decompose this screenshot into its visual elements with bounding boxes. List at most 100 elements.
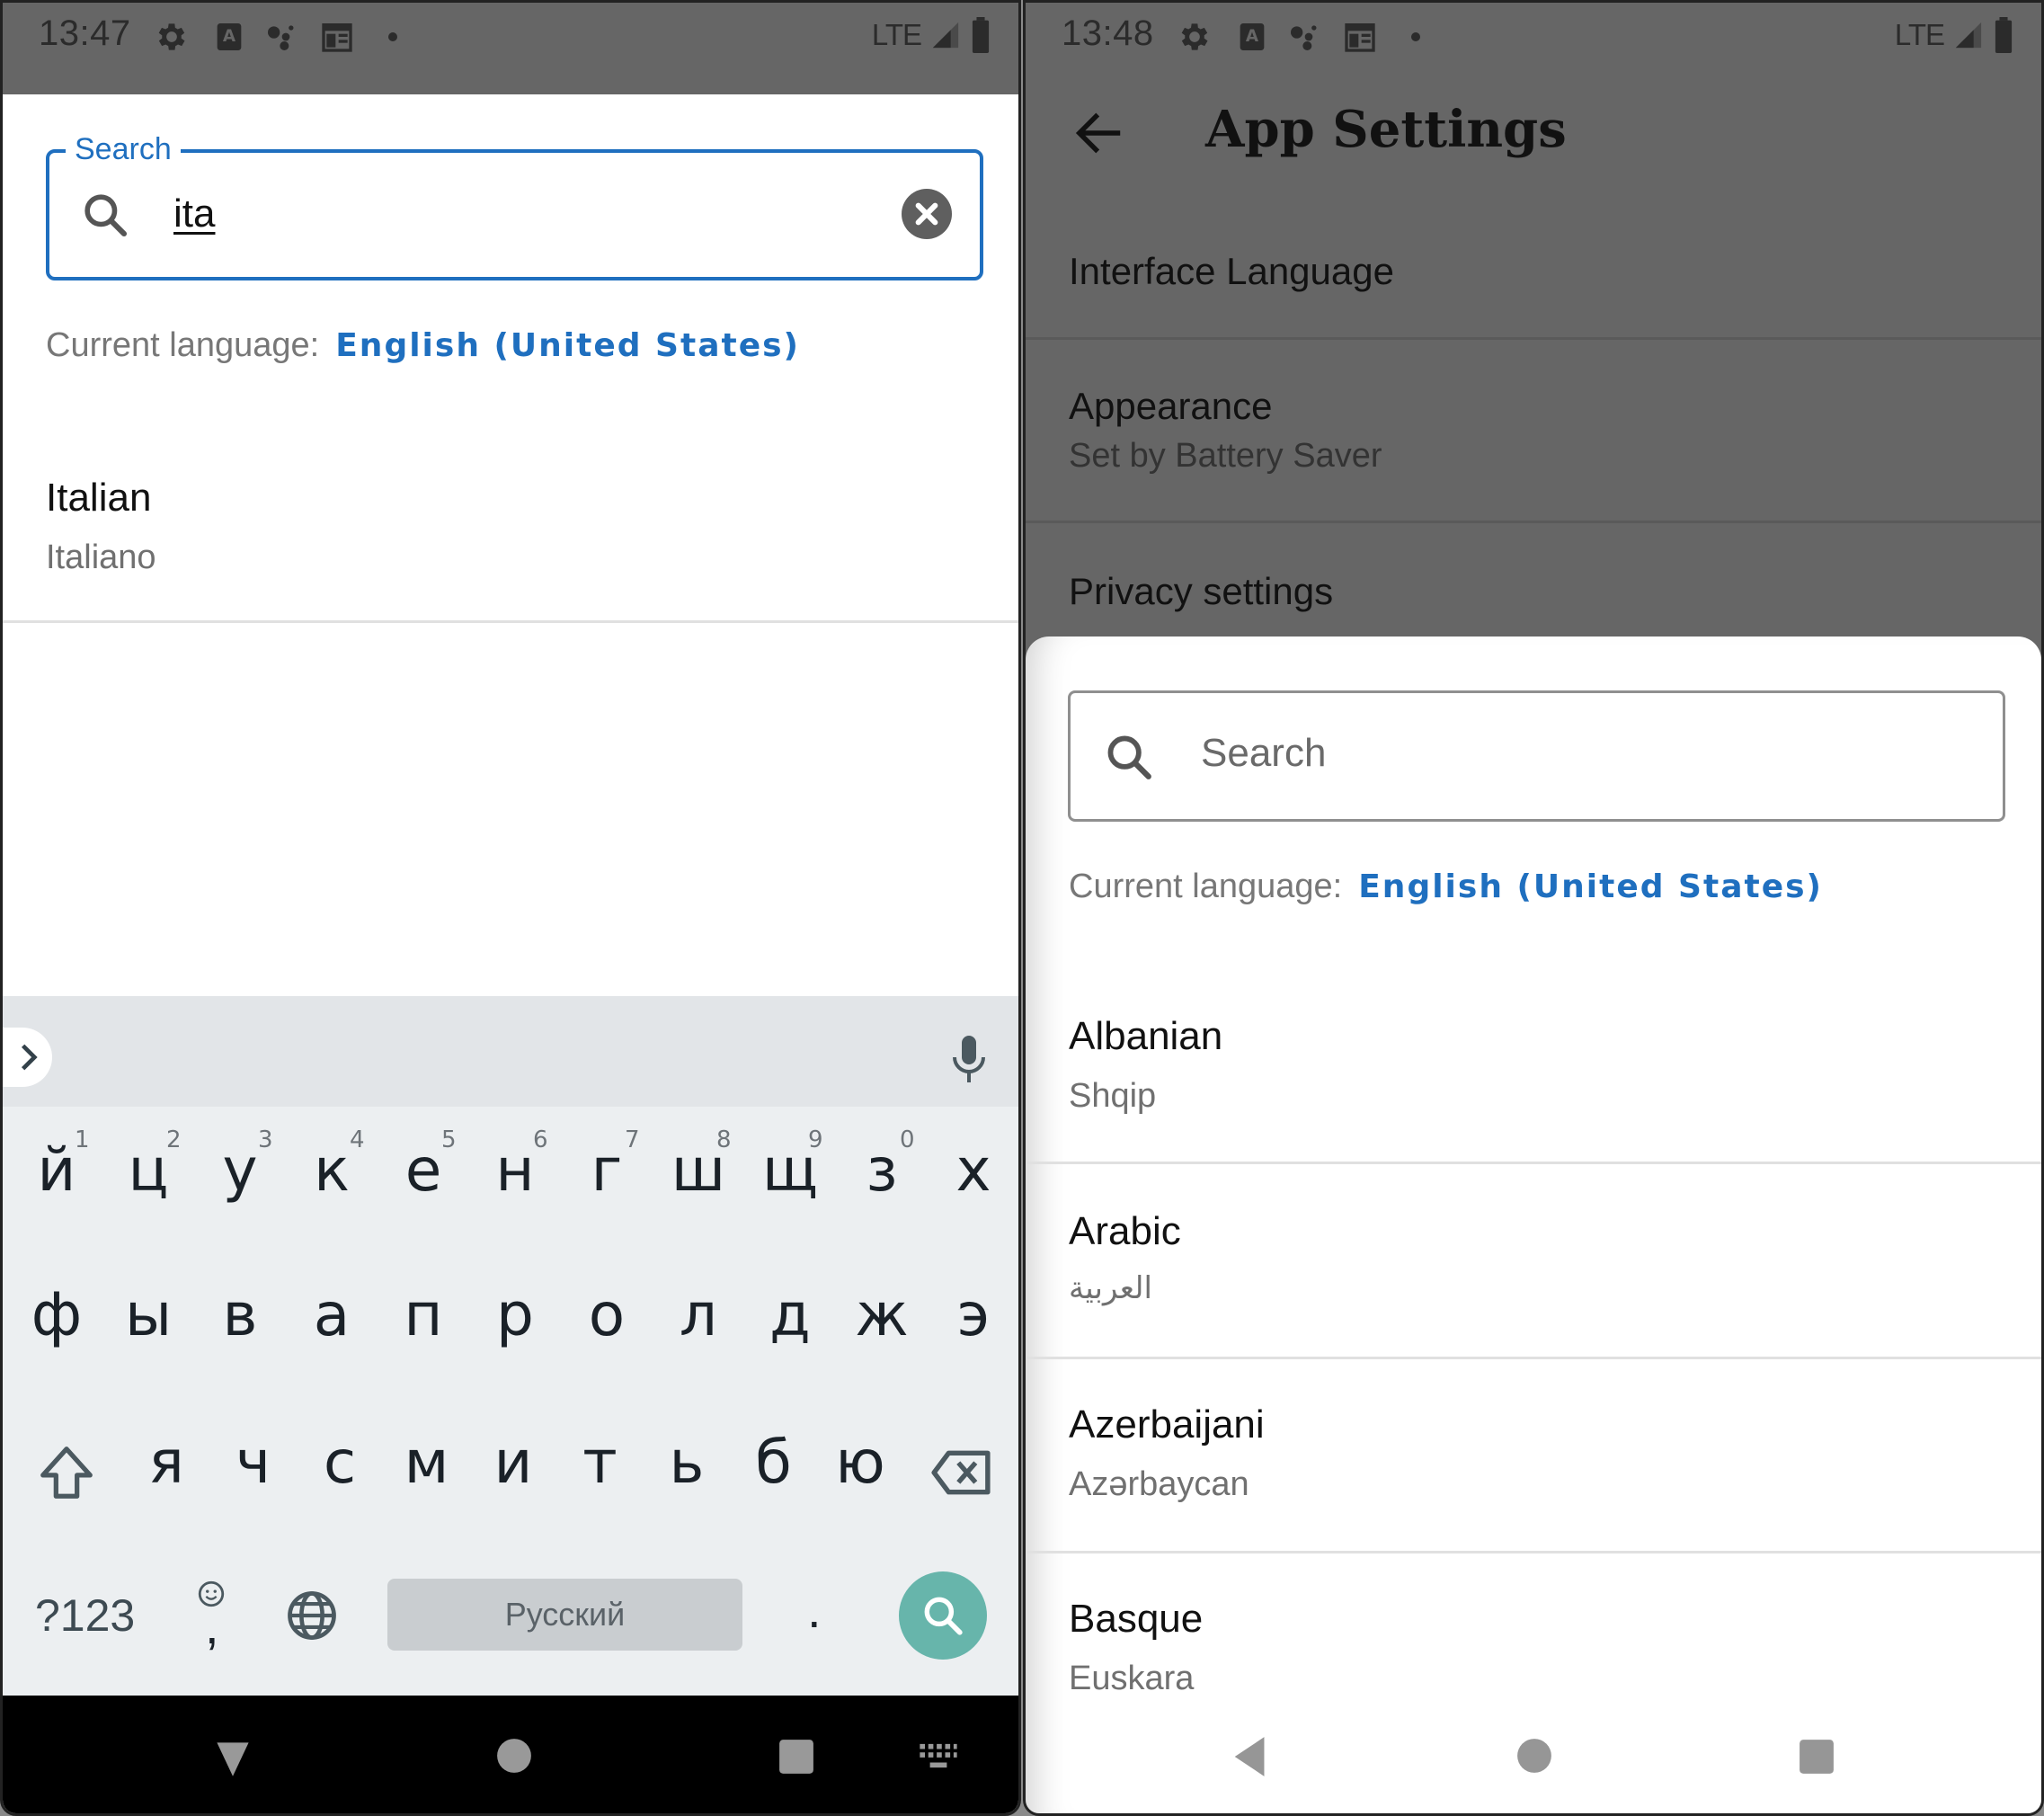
clear-icon <box>915 202 938 226</box>
setting-title: Interface Language <box>1069 250 1394 292</box>
key-в[interactable]: в <box>195 1280 285 1349</box>
language-item-albanian[interactable]: Albanian Shqip <box>1026 978 2041 1162</box>
language-name: Basque <box>1069 1597 1204 1641</box>
home-icon[interactable] <box>1515 1737 1553 1775</box>
status-time: 13:48 <box>1062 13 1154 53</box>
status-time: 13:47 <box>39 13 131 53</box>
current-language-value[interactable]: English (United States) <box>335 327 800 364</box>
key-п[interactable]: п <box>378 1280 468 1349</box>
key-л[interactable]: л <box>653 1280 743 1349</box>
setting-title: Privacy settings <box>1069 570 1334 612</box>
recents-icon[interactable] <box>1798 1737 1835 1776</box>
search-input[interactable]: Search <box>1068 690 2005 822</box>
current-language-label: Current language: <box>1069 868 1343 905</box>
language-native-name: Shqip <box>1069 1077 1157 1115</box>
keyboard-suggestion-strip <box>3 996 1018 1107</box>
key-м[interactable]: м <box>382 1428 472 1497</box>
font-a-icon: A <box>1240 23 1265 50</box>
current-language: Current language: English (United States) <box>1069 868 1823 906</box>
setting-interface-language[interactable]: Interface Language <box>1026 227 2041 337</box>
language-native-name: Azərbaycan <box>1069 1465 1249 1503</box>
shift-key[interactable] <box>35 1441 98 1504</box>
dot-icon <box>388 32 397 41</box>
comma-key[interactable]: , <box>187 1571 241 1661</box>
setting-title: Appearance <box>1069 385 1273 427</box>
key-э[interactable]: э <box>929 1280 1018 1349</box>
key-ч[interactable]: ч <box>209 1428 298 1497</box>
language-native-name: Euskara <box>1069 1660 1195 1697</box>
svg-text:A: A <box>1246 27 1259 46</box>
battery-icon <box>972 17 990 53</box>
language-native-name: العربية <box>1069 1271 1152 1305</box>
battery-icon <box>1995 17 2013 53</box>
current-language: Current language: English (United States) <box>46 326 800 365</box>
status-bar: 13:48 A LTE <box>1026 3 2041 94</box>
calendar-icon <box>1345 23 1375 52</box>
dot-icon <box>1411 32 1420 41</box>
key-ы[interactable]: ы <box>103 1280 193 1349</box>
home-icon[interactable] <box>495 1737 533 1775</box>
key-р[interactable]: р <box>470 1280 560 1349</box>
key-hint: 2 <box>166 1126 182 1153</box>
signal-icon <box>1955 22 1982 49</box>
key-hint: 4 <box>350 1126 365 1153</box>
key-ь[interactable]: ь <box>642 1428 732 1497</box>
language-native-name: Italiano <box>46 539 156 576</box>
recents-icon[interactable] <box>778 1737 815 1776</box>
back-icon[interactable] <box>1231 1735 1266 1778</box>
gear-icon <box>1181 23 1208 50</box>
space-bar[interactable]: Русский <box>387 1579 742 1651</box>
search-label: Search <box>66 132 181 167</box>
current-language-label: Current language: <box>46 326 320 364</box>
list-divider <box>3 620 1018 623</box>
setting-privacy[interactable]: Privacy settings <box>1026 523 2041 636</box>
left-screen: 13:47 A LTE Search ita Current language:… <box>0 0 1021 1816</box>
key-с[interactable]: с <box>295 1428 385 1497</box>
back-arrow-icon[interactable] <box>1075 111 1124 156</box>
key-д[interactable]: д <box>745 1280 835 1349</box>
language-name: Arabic <box>1069 1209 1181 1253</box>
backspace-key[interactable] <box>927 1441 995 1504</box>
period-key[interactable]: . <box>807 1580 822 1639</box>
key-а[interactable]: а <box>287 1280 377 1349</box>
svg-text:A: A <box>223 27 236 46</box>
assistant-icon <box>1291 25 1317 50</box>
back-down-icon[interactable] <box>211 1739 254 1778</box>
language-item-arabic[interactable]: Arabic العربية <box>1026 1164 2041 1357</box>
key-х[interactable]: х <box>929 1135 1018 1205</box>
language-globe-key[interactable] <box>284 1588 340 1643</box>
key-о[interactable]: о <box>562 1280 652 1349</box>
key-т[interactable]: т <box>555 1428 645 1497</box>
search-query[interactable]: ita <box>173 191 215 236</box>
key-hint: 3 <box>258 1126 273 1153</box>
search-icon <box>84 194 128 237</box>
navigation-bar <box>3 1696 1018 1813</box>
key-ж[interactable]: ж <box>837 1280 927 1349</box>
key-б[interactable]: б <box>729 1428 819 1497</box>
search-action-key[interactable] <box>899 1571 987 1660</box>
key-hint: 7 <box>625 1126 640 1153</box>
language-item-azerbaijani[interactable]: Azerbaijani Azərbaycan <box>1026 1359 2041 1551</box>
on-screen-keyboard: ?123 , Русский . й1ц2у3к4е5н6г7ш8щ9з0хфы… <box>3 996 1018 1696</box>
clear-search-button[interactable] <box>902 189 952 239</box>
language-item-italian[interactable]: Italian Italiano <box>3 443 1018 620</box>
network-type: LTE <box>871 18 922 51</box>
language-name: Azerbaijani <box>1069 1402 1265 1447</box>
symbols-key[interactable]: ?123 <box>35 1589 135 1642</box>
setting-appearance[interactable]: Appearance Set by Battery Saver <box>1026 340 2041 521</box>
signal-icon <box>932 22 959 49</box>
setting-subtitle: Set by Battery Saver <box>1069 437 1382 475</box>
current-language-value[interactable]: English (United States) <box>1358 868 1823 905</box>
microphone-icon[interactable] <box>946 1032 991 1086</box>
search-icon <box>924 1597 963 1635</box>
key-hint: 0 <box>900 1126 915 1153</box>
language-item-basque[interactable]: Basque Euskara <box>1026 1553 2041 1733</box>
key-ю[interactable]: ю <box>815 1428 905 1497</box>
key-ф[interactable]: ф <box>12 1280 102 1349</box>
key-hint: 6 <box>533 1126 548 1153</box>
language-name: Albanian <box>1069 1014 1223 1058</box>
key-и[interactable]: и <box>468 1428 558 1497</box>
status-bar: 13:47 A LTE <box>3 3 1018 94</box>
key-я[interactable]: я <box>121 1428 211 1497</box>
keyboard-switch-icon[interactable] <box>918 1742 959 1769</box>
